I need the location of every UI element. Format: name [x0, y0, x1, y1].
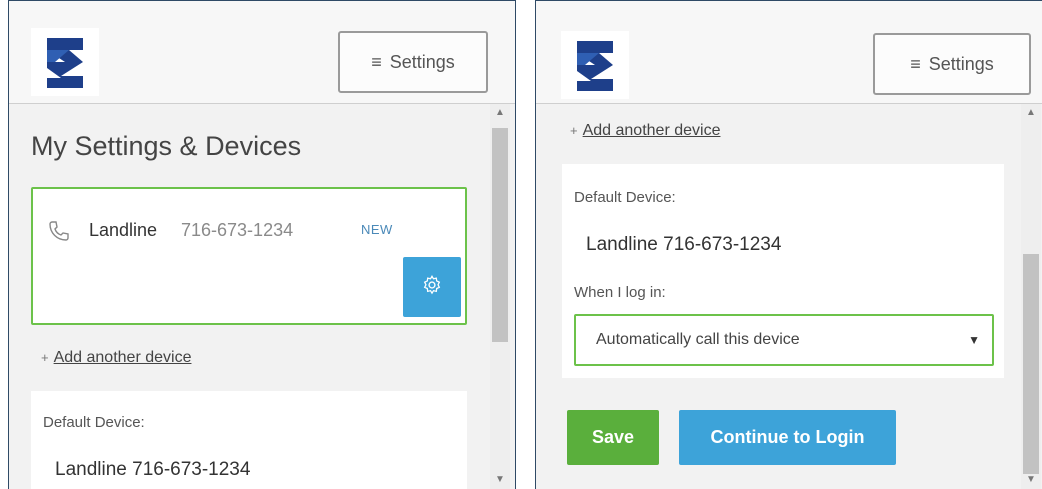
scroll-up-arrow[interactable]: ▲ — [490, 104, 510, 122]
company-logo-icon — [561, 31, 629, 99]
add-device-link[interactable]: + Add another device — [570, 122, 720, 140]
phone-icon — [47, 219, 71, 243]
continue-to-login-button[interactable]: Continue to Login — [679, 410, 896, 465]
default-device-value: Landline 716-673-1234 — [586, 234, 782, 255]
device-settings-button[interactable] — [403, 257, 461, 317]
new-badge: NEW — [361, 222, 393, 237]
add-device-label: Add another device — [582, 122, 721, 139]
page-title: My Settings & Devices — [31, 131, 302, 161]
add-device-label: Add another device — [53, 349, 192, 366]
add-device-link[interactable]: + Add another device — [41, 349, 191, 367]
settings-button-label: Settings — [928, 53, 994, 74]
default-device-label: Default Device: — [43, 414, 145, 431]
caret-down-icon: ▼ — [968, 333, 980, 347]
scrollbar[interactable]: ▲ ▼ — [1021, 104, 1041, 489]
settings-menu-button[interactable]: ≡ Settings — [873, 33, 1031, 95]
hamburger-icon: ≡ — [371, 51, 382, 72]
default-device-card: Default Device: Landline 716-673-1234 — [31, 391, 467, 489]
default-device-value: Landline 716-673-1234 — [55, 459, 251, 480]
header: ≡ Settings — [9, 1, 515, 104]
device-card[interactable]: Landline 716-673-1234 NEW — [31, 187, 467, 325]
login-behavior-value: Automatically call this device — [596, 331, 800, 348]
default-device-card: Default Device: Landline 716-673-1234 Wh… — [562, 164, 1004, 378]
add-device-plus: + — [570, 123, 578, 138]
login-behavior-select[interactable]: Automatically call this device ▼ — [574, 314, 994, 366]
scrollbar[interactable]: ▲ ▼ — [490, 104, 510, 489]
scroll-down-arrow[interactable]: ▼ — [1021, 471, 1041, 489]
company-logo-icon — [31, 28, 99, 96]
device-type: Landline — [89, 220, 158, 240]
add-device-plus: + — [41, 350, 49, 365]
hamburger-icon: ≡ — [910, 53, 921, 74]
settings-panel-left: ≡ Settings My Settings & Devices Landlin… — [8, 0, 516, 489]
save-button[interactable]: Save — [567, 410, 659, 465]
scroll-thumb[interactable] — [1023, 254, 1039, 474]
scroll-thumb[interactable] — [492, 128, 508, 342]
scroll-up-arrow[interactable]: ▲ — [1021, 104, 1041, 122]
settings-panel-right: ≡ Settings + Add another device Default D… — [535, 0, 1042, 489]
scroll-down-arrow[interactable]: ▼ — [490, 471, 510, 489]
device-number: 716-673-1234 — [181, 220, 294, 240]
settings-button-label: Settings — [389, 51, 455, 72]
gear-icon — [421, 274, 443, 301]
default-device-label: Default Device: — [574, 189, 676, 206]
login-behavior-label: When I log in: — [574, 284, 666, 301]
settings-menu-button[interactable]: ≡ Settings — [338, 31, 488, 93]
header: ≡ Settings — [536, 1, 1042, 104]
